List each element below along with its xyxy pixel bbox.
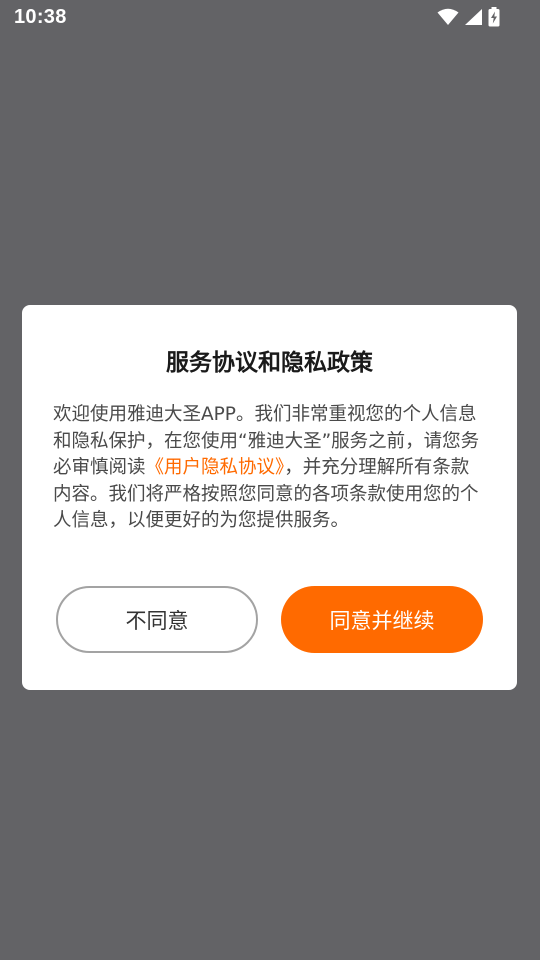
status-icons [437, 7, 500, 27]
agree-continue-button[interactable]: 同意并继续 [281, 586, 483, 653]
wifi-icon [437, 8, 459, 26]
privacy-dialog: 服务协议和隐私政策 欢迎使用雅迪大圣APP。我们非常重视您的个人信息和隐私保护，… [22, 305, 517, 690]
disagree-button[interactable]: 不同意 [56, 586, 258, 653]
battery-charging-icon [488, 7, 500, 27]
status-bar: 10:38 [0, 0, 540, 36]
status-time: 10:38 [14, 6, 67, 28]
cell-signal-icon [464, 8, 483, 26]
privacy-policy-link[interactable]: 《用户隐私协议》 [146, 457, 285, 478]
dialog-body: 欢迎使用雅迪大圣APP。我们非常重视您的个人信息和隐私保护，在您使用“雅迪大圣”… [53, 402, 481, 535]
dialog-title: 服务协议和隐私政策 [166, 350, 373, 376]
